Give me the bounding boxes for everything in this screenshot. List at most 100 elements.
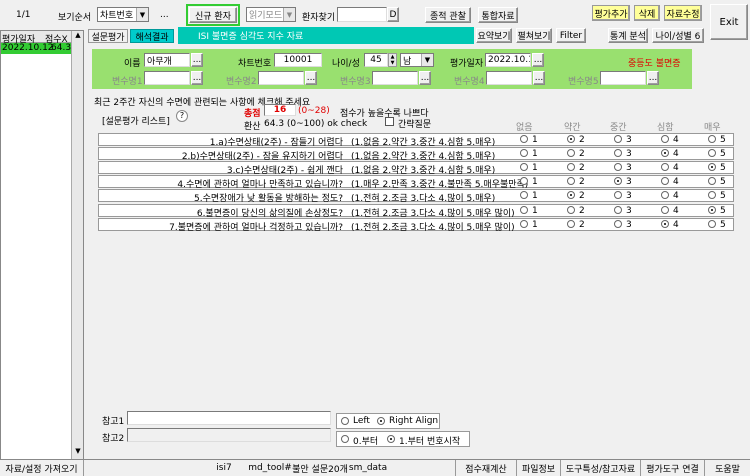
row-date: 2022.10.12 xyxy=(2,43,54,53)
chart-number-field[interactable]: 10001 xyxy=(274,53,322,67)
answer-radio[interactable] xyxy=(708,191,716,199)
status-help-button[interactable]: 도움말 xyxy=(705,460,750,476)
var3-more-button[interactable]: ... xyxy=(419,71,431,85)
stats-button[interactable]: 통계 분석 xyxy=(608,28,648,43)
answer-radio[interactable] xyxy=(708,206,716,214)
summary-button[interactable]: 요약보기 xyxy=(476,28,512,43)
var5-more-button[interactable]: ... xyxy=(647,71,659,85)
age-sex-button[interactable]: 나이/성별 6 xyxy=(652,28,704,43)
answer-number: 1 xyxy=(532,163,538,173)
read-mode-select[interactable]: 읽기모드 ▼ xyxy=(246,7,296,22)
answer-radio[interactable] xyxy=(520,135,528,143)
answer-radio[interactable] xyxy=(708,220,716,228)
longitudinal-view-button[interactable]: 종적 관찰 xyxy=(425,7,471,23)
view-order-select[interactable]: 차트번호 ▼ xyxy=(97,7,149,22)
answer-number: 3 xyxy=(626,220,632,230)
answer-radio[interactable] xyxy=(567,220,575,228)
total-label: 총점 xyxy=(244,109,261,119)
var3-field[interactable] xyxy=(372,71,418,85)
var1-field[interactable] xyxy=(144,71,190,85)
answer-radio[interactable] xyxy=(567,191,575,199)
answer-radio[interactable] xyxy=(661,163,669,171)
answer-radio[interactable] xyxy=(614,191,622,199)
question-row: 3.c)수면상태(2주) - 쉽게 깬다 (1.없음 2.약간 3.중간 4.심함… xyxy=(98,161,734,176)
answer-radio[interactable] xyxy=(567,163,575,171)
patient-search-button[interactable]: D xyxy=(387,7,399,22)
status-tool-info-button[interactable]: 도구특성/참고자료 xyxy=(561,460,641,476)
answer-radio[interactable] xyxy=(614,163,622,171)
answer-radio[interactable] xyxy=(661,206,669,214)
expand-button[interactable]: 펼쳐보기 xyxy=(516,28,552,43)
answer-radio[interactable] xyxy=(661,135,669,143)
left-table-scrollbar[interactable]: ▲ ▼ xyxy=(71,31,83,459)
answer-radio[interactable] xyxy=(661,177,669,185)
numbering-zero-radio[interactable] xyxy=(341,435,349,443)
numbering-one-radio[interactable] xyxy=(387,435,395,443)
answer-radio[interactable] xyxy=(520,206,528,214)
answer-radio[interactable] xyxy=(520,163,528,171)
eval-date-more-button[interactable]: ... xyxy=(532,53,544,67)
answer-number: 4 xyxy=(673,163,679,173)
align-left-radio[interactable] xyxy=(341,417,349,425)
answer-radio[interactable] xyxy=(708,135,716,143)
var2-field[interactable] xyxy=(258,71,304,85)
status-link-button[interactable]: 평가도구 연결 xyxy=(641,460,705,476)
table-row[interactable]: 2022.10.12 64.3 xyxy=(1,43,71,54)
question-row: 2.b)수면상태(2주) - 잠을 유지하기 어렵다 (1.없음 2.약간 3.중… xyxy=(98,147,734,162)
answer-radio[interactable] xyxy=(614,135,622,143)
status-fileinfo-button[interactable]: 파일정보 xyxy=(517,460,561,476)
brief-checkbox[interactable] xyxy=(385,117,394,126)
question-row: 7.불면증에 관하여 얼마나 걱정하고 있습니까? (1.전혀 2.조금 3.다소… xyxy=(98,218,734,233)
var4-field[interactable] xyxy=(486,71,532,85)
eval-date-field[interactable]: 2022.10.12 xyxy=(485,53,531,67)
filter-button[interactable]: Filter xyxy=(556,28,586,43)
scroll-down-icon[interactable]: ▼ xyxy=(72,447,84,459)
answer-radio[interactable] xyxy=(614,206,622,214)
answer-number: 3 xyxy=(626,149,632,159)
ref2-field[interactable] xyxy=(127,428,331,442)
answer-radio[interactable] xyxy=(708,149,716,157)
status-import[interactable]: 자료/설정 가져오기 xyxy=(0,460,84,476)
tab-interpret[interactable]: 해석결과 xyxy=(130,29,174,43)
answer-radio[interactable] xyxy=(520,177,528,185)
age-field[interactable]: 45 xyxy=(364,53,388,67)
edit-data-button[interactable]: 자료수정 xyxy=(664,5,702,21)
name-field[interactable]: 아무개 xyxy=(144,53,190,67)
delete-button[interactable]: 삭제 xyxy=(634,5,660,21)
answer-radio[interactable] xyxy=(567,149,575,157)
add-eval-button[interactable]: 평가추가 xyxy=(592,5,630,21)
answer-radio[interactable] xyxy=(661,191,669,199)
help-button[interactable]: ? xyxy=(176,110,188,122)
var5-field[interactable] xyxy=(600,71,646,85)
answer-radio[interactable] xyxy=(520,220,528,228)
chevron-down-icon: ▼ xyxy=(283,8,295,21)
answer-radio[interactable] xyxy=(520,149,528,157)
answer-radio[interactable] xyxy=(614,177,622,185)
var1-more-button[interactable]: ... xyxy=(191,71,203,85)
answer-radio[interactable] xyxy=(661,220,669,228)
integrated-data-button[interactable]: 통합자료 xyxy=(478,7,518,23)
age-stepper-icon[interactable]: ▲ ▼ xyxy=(388,53,397,67)
answer-radio[interactable] xyxy=(614,220,622,228)
answer-radio[interactable] xyxy=(567,206,575,214)
var2-more-button[interactable]: ... xyxy=(305,71,317,85)
tab-survey[interactable]: 설문평가 xyxy=(88,29,128,43)
answer-radio[interactable] xyxy=(614,149,622,157)
exit-button[interactable]: Exit xyxy=(710,4,748,40)
answer-radio[interactable] xyxy=(661,149,669,157)
align-right-radio[interactable] xyxy=(377,417,385,425)
answer-radio[interactable] xyxy=(567,177,575,185)
new-patient-button[interactable]: 신규 환자 xyxy=(189,7,237,23)
sex-select[interactable]: 남 ▼ xyxy=(400,53,434,67)
var4-more-button[interactable]: ... xyxy=(533,71,545,85)
ref1-field[interactable] xyxy=(127,411,331,425)
name-more-button[interactable]: ... xyxy=(191,53,203,67)
patient-search-input[interactable] xyxy=(337,7,387,22)
answer-radio[interactable] xyxy=(708,177,716,185)
status-recalc-button[interactable]: 점수재계산 xyxy=(455,460,517,476)
answer-radio[interactable] xyxy=(520,191,528,199)
more-button[interactable]: ... xyxy=(160,10,169,20)
answer-radio[interactable] xyxy=(567,135,575,143)
answer-radio[interactable] xyxy=(708,163,716,171)
scroll-up-icon[interactable]: ▲ xyxy=(72,31,84,43)
